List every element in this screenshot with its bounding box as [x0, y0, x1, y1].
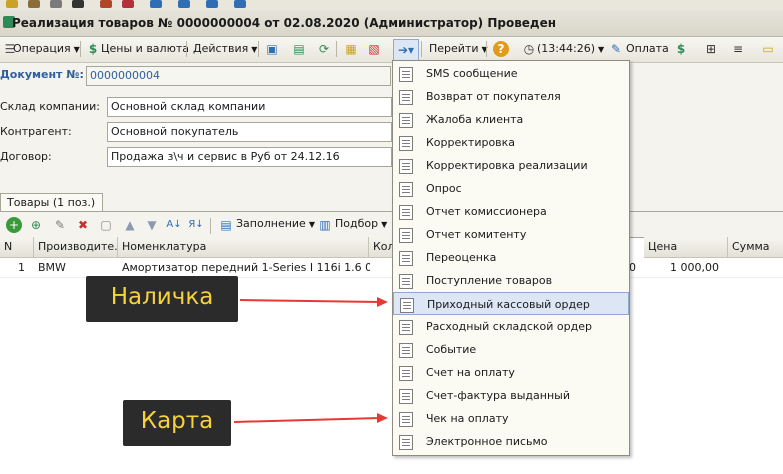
card-arrow-shaft: [233, 417, 381, 423]
card-arrow-head: [377, 413, 388, 423]
cash-arrow-head: [377, 297, 388, 307]
annotation-arrows: [233, 297, 388, 423]
cash-arrow-shaft: [239, 299, 381, 303]
